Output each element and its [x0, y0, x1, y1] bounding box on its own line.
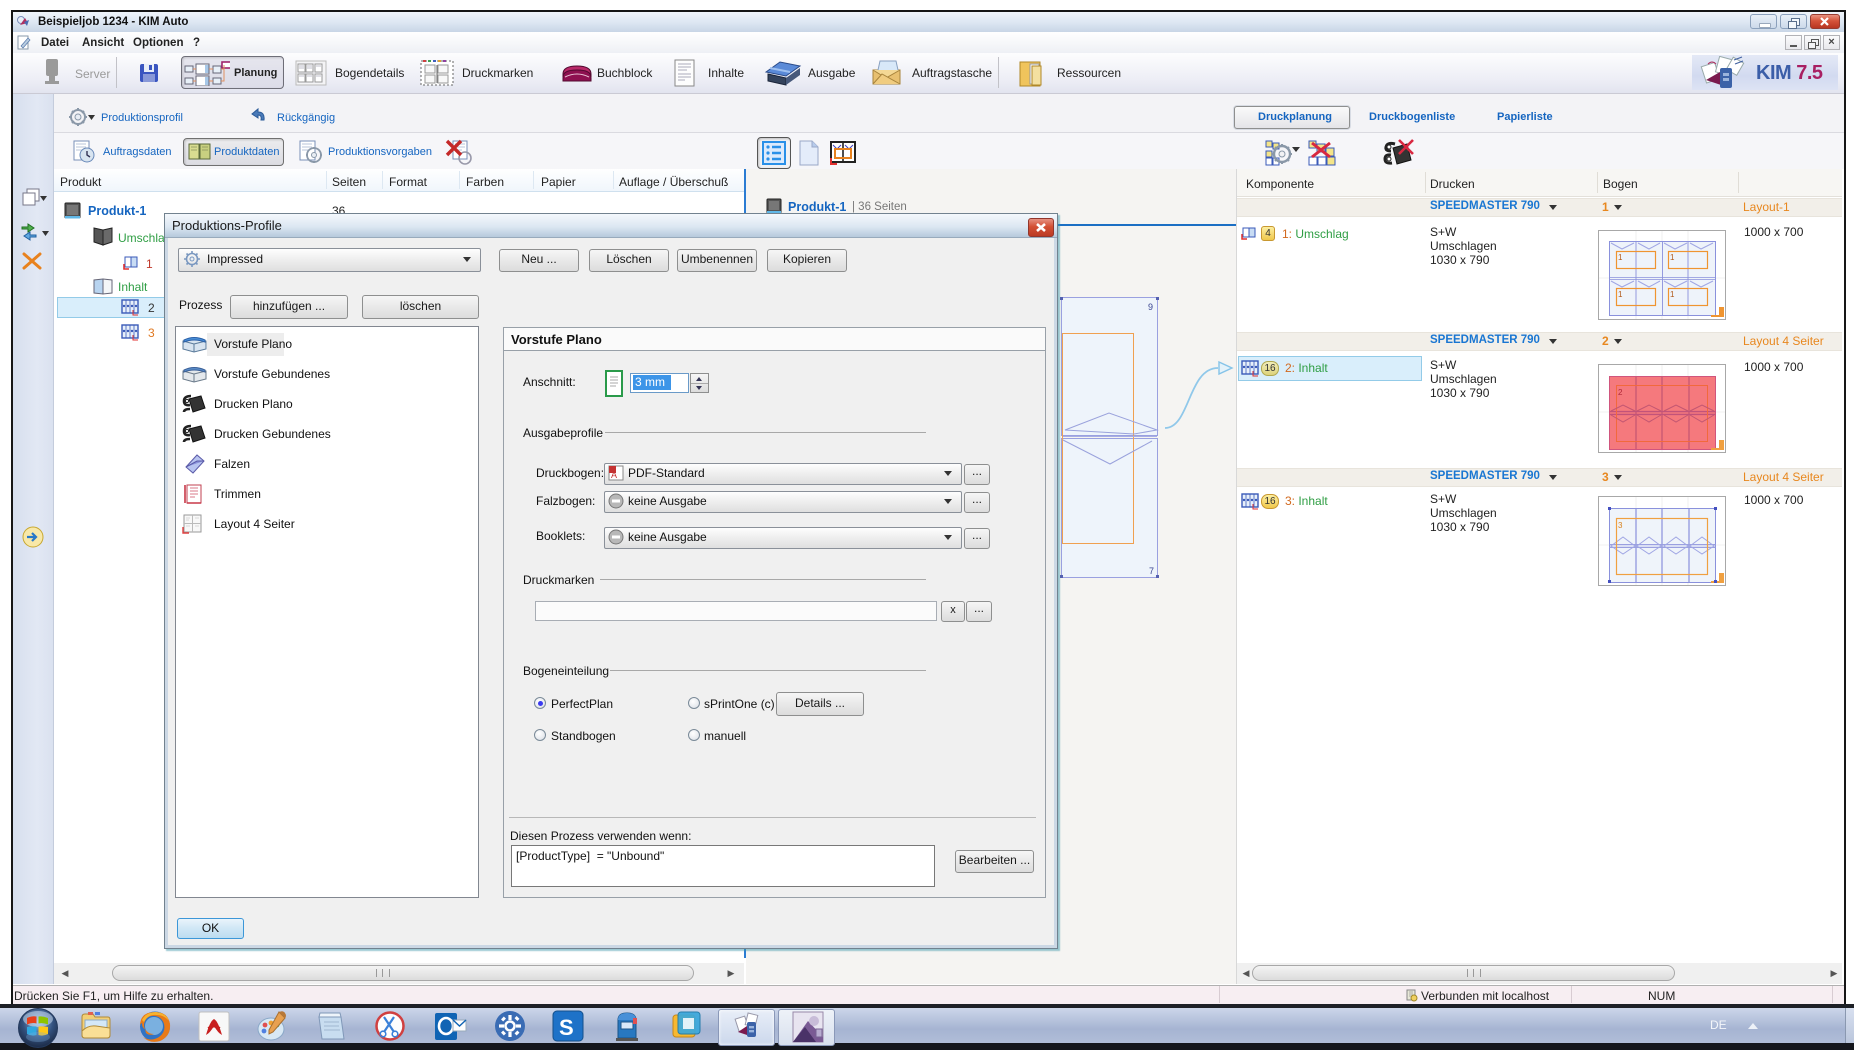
svg-text:1: 1 — [1670, 290, 1675, 299]
svg-text:1: 1 — [1618, 253, 1623, 262]
svg-text:S: S — [559, 1015, 574, 1040]
svg-text:3: 3 — [1618, 521, 1623, 530]
svg-text:A: A — [611, 470, 617, 480]
svg-text:2: 2 — [1618, 388, 1623, 397]
svg-text:7: 7 — [1149, 566, 1154, 576]
svg-text:1: 1 — [1670, 253, 1675, 262]
svg-text:9: 9 — [1148, 302, 1153, 312]
svg-text:1: 1 — [1618, 290, 1623, 299]
